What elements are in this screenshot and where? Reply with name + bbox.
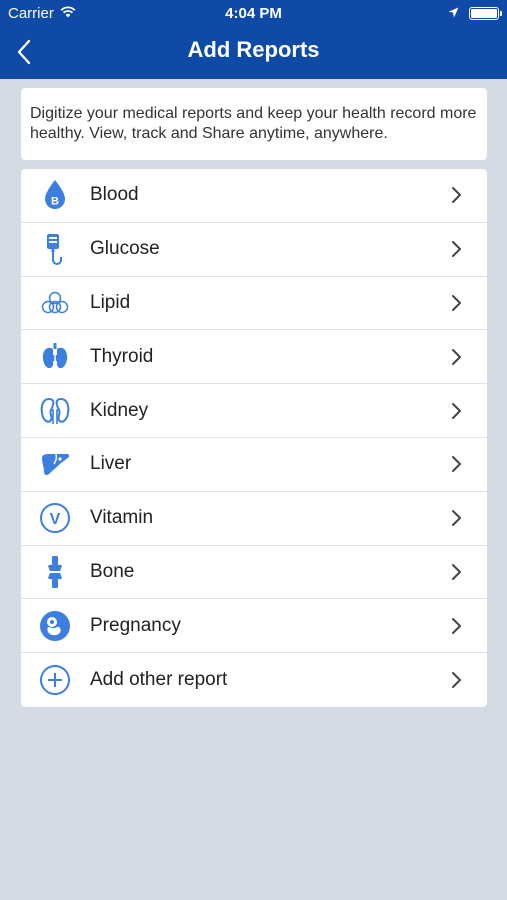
- report-list: B Blood Glucose Lipid Thyroid Kidney Liv…: [21, 169, 487, 707]
- report-item-blood[interactable]: B Blood: [21, 169, 487, 223]
- location-icon: [448, 5, 459, 22]
- nav-bar: Add Reports: [0, 28, 507, 79]
- report-item-bone[interactable]: Bone: [21, 546, 487, 600]
- vitamin-icon: V: [38, 501, 72, 535]
- battery-icon: [469, 7, 502, 20]
- report-item-pregnancy[interactable]: Pregnancy: [21, 599, 487, 654]
- report-label: Kidney: [90, 399, 149, 421]
- chevron-right-icon: [452, 563, 461, 580]
- chevron-right-icon: [452, 456, 461, 473]
- report-label: Liver: [90, 453, 132, 475]
- status-time: 4:04 PM: [225, 5, 282, 22]
- svg-text:V: V: [50, 511, 61, 528]
- report-item-add-other[interactable]: Add other report: [21, 653, 487, 707]
- blood-drop-icon: B: [38, 178, 72, 212]
- report-item-liver[interactable]: Liver: [21, 438, 487, 492]
- thyroid-icon: [38, 340, 72, 374]
- status-bar: Carrier 4:04 PM: [0, 0, 507, 28]
- report-label: Glucose: [90, 238, 160, 260]
- chevron-right-icon: [452, 510, 461, 527]
- report-label: Vitamin: [90, 507, 154, 529]
- svg-text:B: B: [51, 196, 59, 208]
- lipid-cells-icon: [38, 286, 72, 320]
- glucose-drip-icon: [38, 232, 72, 266]
- report-label: Add other report: [90, 669, 228, 691]
- chevron-right-icon: [452, 187, 461, 204]
- chevron-right-icon: [452, 402, 461, 419]
- chevron-right-icon: [452, 294, 461, 311]
- report-label: Lipid: [90, 291, 131, 313]
- bone-icon: [38, 555, 72, 589]
- chevron-right-icon: [452, 672, 461, 689]
- report-item-thyroid[interactable]: Thyroid: [21, 330, 487, 385]
- report-item-glucose[interactable]: Glucose: [21, 223, 487, 277]
- report-item-lipid[interactable]: Lipid: [21, 277, 487, 331]
- plus-circle-icon: [38, 663, 72, 697]
- intro-text: Digitize your medical reports and keep y…: [30, 105, 477, 142]
- report-item-vitamin[interactable]: V Vitamin: [21, 492, 487, 546]
- chevron-right-icon: [452, 617, 461, 634]
- page-title: Add Reports: [187, 37, 320, 62]
- report-label: Blood: [90, 184, 139, 206]
- liver-icon: [38, 447, 72, 481]
- app-header: Carrier 4:04 PM Add Reports: [0, 0, 507, 79]
- chevron-right-icon: [452, 348, 461, 365]
- intro-card: Digitize your medical reports and keep y…: [21, 88, 487, 160]
- report-label: Pregnancy: [90, 614, 181, 636]
- chevron-right-icon: [452, 241, 461, 258]
- pregnancy-icon: [38, 609, 72, 643]
- report-label: Bone: [90, 560, 135, 582]
- kidney-icon: [38, 394, 72, 428]
- report-item-kidney[interactable]: Kidney: [21, 384, 487, 438]
- report-label: Thyroid: [90, 345, 154, 367]
